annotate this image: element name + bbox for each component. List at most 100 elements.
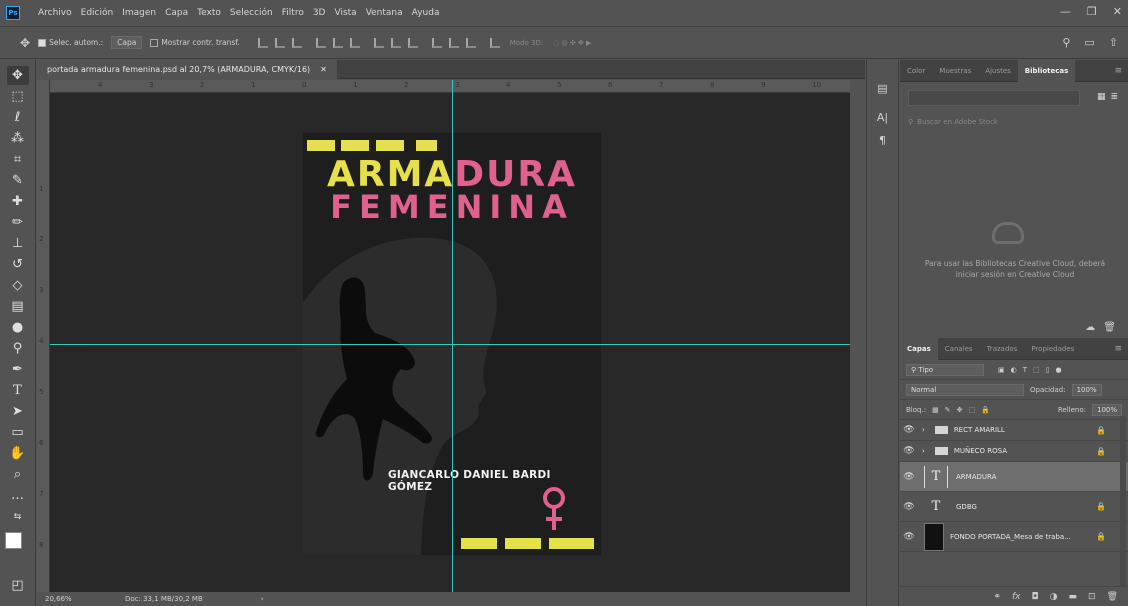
hand-tool-icon[interactable]: ✋ [7,444,29,463]
workspace-icon[interactable]: ▭ [1084,36,1094,49]
crop-tool-icon[interactable]: ⌗ [7,150,29,169]
restore-icon[interactable]: ❐ [1087,5,1097,18]
document-tab[interactable]: portada armadura femenina.psd al 20,7% (… [37,60,337,79]
expand-chevron-icon[interactable]: › [922,426,925,434]
menu-texto[interactable]: Texto [197,8,221,18]
dodge-tool-icon[interactable]: ⚲ [7,339,29,358]
layer-name[interactable]: MUÑECO ROSA [954,447,1007,455]
auto-select-option[interactable]: Selec. autom.: [38,38,103,47]
lock-paint-icon[interactable]: ✎ [945,406,951,414]
visibility-eye-icon[interactable]: 👁 [900,425,918,435]
close-tab-icon[interactable]: ✕ [320,65,327,74]
fill-field[interactable]: 100% [1091,403,1122,416]
new-group-icon[interactable]: ▬ [1069,592,1078,602]
align-left-icon[interactable] [315,37,326,48]
rectangle-tool-icon[interactable]: ▭ [7,423,29,442]
lock-transparent-icon[interactable]: ▦ [932,406,939,414]
layer-row-armadura[interactable]: 👁 T ARMADURA [900,462,1128,492]
tab-adjustments[interactable]: Ajustes [978,60,1018,82]
panel-menu-icon[interactable]: ≡ [1114,66,1122,76]
align-top-icon[interactable] [257,37,268,48]
history-panel-icon[interactable]: ▤ [867,82,898,95]
blur-tool-icon[interactable]: ● [7,318,29,337]
tab-libraries[interactable]: Bibliotecas [1017,59,1076,82]
distribute-left-icon[interactable] [431,37,442,48]
horizontal-ruler[interactable]: 4 3 2 1 0 1 2 3 4 5 6 7 8 9 10 [50,80,850,93]
zoom-tool-icon[interactable]: ⌕ [7,465,29,484]
filter-shape-icon[interactable]: ⬚ [1033,366,1040,374]
distribute-top-icon[interactable] [373,37,384,48]
visibility-eye-icon[interactable]: 👁 [900,502,918,512]
new-layer-icon[interactable]: ⊡ [1088,592,1096,602]
filter-toggle-icon[interactable]: ● [1056,366,1062,374]
eraser-tool-icon[interactable]: ◇ [7,276,29,295]
foreground-color[interactable] [4,532,22,549]
align-bottom-icon[interactable] [291,37,302,48]
marquee-tool-icon[interactable]: ⬚ [7,87,29,106]
distribute-hcenter-icon[interactable] [448,37,459,48]
layer-filter-dropdown[interactable]: ⚲ Tipo [906,363,984,376]
filter-type-icon[interactable]: T [1023,366,1027,374]
align-right-icon[interactable] [349,37,360,48]
layer-style-icon[interactable]: fx [1012,592,1021,602]
3d-tools-icon[interactable]: ◌ ◎ ✣ ✥ ▶ [553,39,591,47]
trash-icon[interactable]: 🗑 [1103,322,1116,333]
canvas-area[interactable]: ARMADURA FEMENINA GIANCARLO DANIEL BARDI… [50,93,850,592]
menu-edicion[interactable]: Edición [81,8,114,18]
show-transform-checkbox[interactable] [150,38,159,47]
align-vcenter-icon[interactable] [274,37,285,48]
zoom-level[interactable]: 20,66% [45,595,115,603]
visibility-eye-icon[interactable]: 👁 [900,472,918,482]
opacity-field[interactable]: 100% [1071,383,1102,396]
more-tools-icon[interactable]: … [7,486,29,505]
layer-name[interactable]: FONDO PORTADA_Mesa de traba... [950,533,1071,541]
move-tool-icon[interactable]: ✥ [20,36,30,50]
stock-search[interactable]: ⚲ Buscar en Adobe Stock [908,114,1120,130]
minimize-icon[interactable]: — [1060,5,1071,18]
horizontal-guide[interactable] [50,344,850,345]
menu-ventana[interactable]: Ventana [366,8,403,18]
filter-pixel-icon[interactable]: ▣ [998,366,1005,374]
tab-layers[interactable]: Capas [900,337,938,360]
clone-stamp-tool-icon[interactable]: ⊥ [7,234,29,253]
healing-brush-tool-icon[interactable]: ✚ [7,192,29,211]
close-icon[interactable]: ✕ [1113,5,1122,18]
menu-seleccion[interactable]: Selección [230,8,273,18]
blend-mode-dropdown[interactable]: Normal [906,383,1024,396]
expand-chevron-icon[interactable]: › [922,447,925,455]
align-hcenter-icon[interactable] [332,37,343,48]
show-transform-option[interactable]: Mostrar contr. transf. [150,38,240,47]
status-menu-arrow-icon[interactable]: › [261,595,264,603]
menu-imagen[interactable]: Imagen [122,8,156,18]
path-selection-tool-icon[interactable]: ➤ [7,402,29,421]
move-tool-icon[interactable]: ✥ [6,66,29,85]
tab-swatches[interactable]: Muestras [932,60,978,82]
distribute-bottom-icon[interactable] [407,37,418,48]
lock-all-icon[interactable]: 🔒 [981,406,990,414]
lasso-tool-icon[interactable]: ℓ [7,108,29,127]
visibility-eye-icon[interactable]: 👁 [900,446,918,456]
layers-scrollbar[interactable] [1120,416,1126,586]
auto-select-checkbox[interactable] [38,38,47,47]
layer-row-rect-amarill[interactable]: 👁 › RECT AMARILL 🔒 [900,420,1128,441]
tab-paths[interactable]: Trazados [980,338,1025,360]
tab-channels[interactable]: Canales [938,338,980,360]
menu-filtro[interactable]: Filtro [282,8,304,18]
lock-position-icon[interactable]: ✥ [957,406,963,414]
quick-mask-icon[interactable]: ◰ [7,576,29,595]
menu-capa[interactable]: Capa [165,8,188,18]
tab-color[interactable]: Color [900,60,932,82]
swap-colors-icon[interactable]: ⇆ [7,507,29,526]
layer-row-gdbg[interactable]: 👁 T GDBG 🔒 [900,492,1128,522]
layer-name[interactable]: ARMADURA [956,473,996,481]
auto-align-icon[interactable] [489,37,500,48]
color-swatches[interactable] [4,532,31,562]
delete-layer-icon[interactable]: 🗑 [1107,592,1118,602]
lock-artboard-icon[interactable]: ⬚ [968,406,975,414]
filter-smart-object-icon[interactable]: ▯ [1046,366,1050,374]
magic-wand-tool-icon[interactable]: ⁂ [7,129,29,148]
character-panel-icon[interactable]: A| [867,111,898,124]
cc-sync-icon[interactable]: ☁ [1085,322,1095,333]
paragraph-panel-icon[interactable]: ¶ [867,134,898,147]
menu-vista[interactable]: Vista [334,8,356,18]
